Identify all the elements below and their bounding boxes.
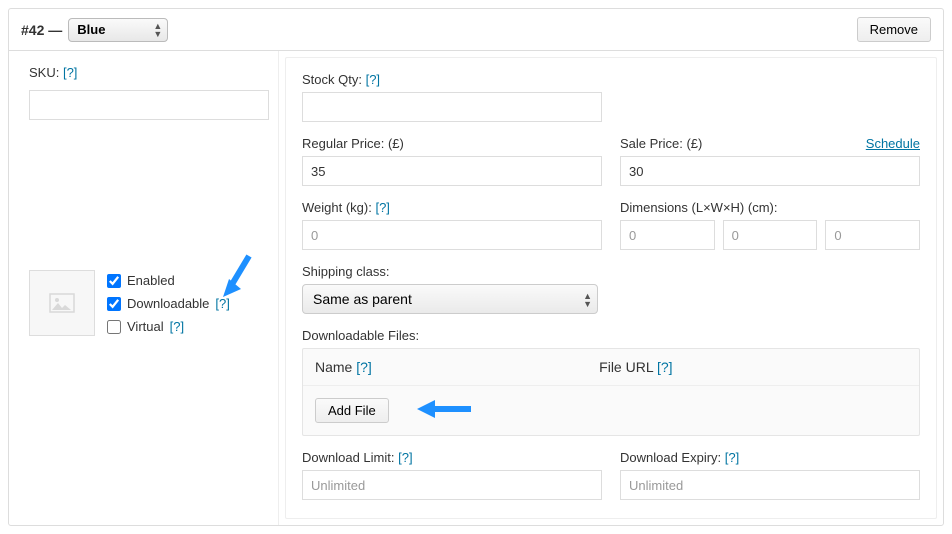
weight-input[interactable] <box>302 220 602 250</box>
stock-qty-input[interactable] <box>302 92 602 122</box>
variation-image-placeholder[interactable] <box>29 270 95 336</box>
attribute-select-wrap: Blue ▲▼ <box>68 18 168 42</box>
dimensions-label: Dimensions (L×W×H) (cm): <box>620 200 920 215</box>
download-expiry-help-icon[interactable]: [?] <box>725 450 739 465</box>
remove-button[interactable]: Remove <box>857 17 931 42</box>
attribute-select[interactable]: Blue <box>68 18 168 42</box>
downloadable-label: Downloadable <box>127 296 209 311</box>
sku-label: SKU: <box>29 65 59 80</box>
download-limit-input[interactable] <box>302 470 602 500</box>
regular-price-input[interactable] <box>302 156 602 186</box>
download-limit-help-icon[interactable]: [?] <box>398 450 412 465</box>
download-limit-label: Download Limit: <box>302 450 395 465</box>
annotation-arrow-icon <box>413 396 473 425</box>
virtual-checkbox-row[interactable]: Virtual [?] <box>107 319 230 334</box>
enabled-label: Enabled <box>127 273 175 288</box>
width-input[interactable] <box>723 220 818 250</box>
sale-price-label: Sale Price: (£) <box>620 136 702 151</box>
enabled-checkbox-row[interactable]: Enabled <box>107 273 230 288</box>
variation-panel: #42 — Blue ▲▼ Remove SKU: [?] <box>8 8 944 526</box>
downloadable-help-icon[interactable]: [?] <box>215 296 229 311</box>
dl-url-header: File URL <box>599 359 653 375</box>
virtual-checkbox[interactable] <box>107 320 121 334</box>
weight-label: Weight (kg): <box>302 200 372 215</box>
downloadable-checkbox-row[interactable]: Downloadable [?] <box>107 296 230 311</box>
add-file-button[interactable]: Add File <box>315 398 389 423</box>
downloadable-checkbox[interactable] <box>107 297 121 311</box>
regular-price-label: Regular Price: (£) <box>302 136 602 151</box>
downloadable-files-label: Downloadable Files: <box>302 328 920 343</box>
variation-header: #42 — Blue ▲▼ Remove <box>9 9 943 51</box>
sale-price-input[interactable] <box>620 156 920 186</box>
left-column: SKU: [?] Enabled Downloadable [?] <box>9 51 279 525</box>
virtual-help-icon[interactable]: [?] <box>170 319 184 334</box>
virtual-label: Virtual <box>127 319 164 334</box>
enabled-checkbox[interactable] <box>107 274 121 288</box>
shipping-class-select[interactable]: Same as parent <box>302 284 598 314</box>
download-expiry-input[interactable] <box>620 470 920 500</box>
right-column: Stock Qty: [?] Regular Price: (£) Sale P… <box>285 57 937 519</box>
downloadable-files-table: Name [?] File URL [?] Add File <box>302 348 920 436</box>
dl-name-header: Name <box>315 359 352 375</box>
stock-label: Stock Qty: <box>302 72 362 87</box>
stock-help-icon[interactable]: [?] <box>366 72 380 87</box>
shipping-class-label: Shipping class: <box>302 264 920 279</box>
weight-help-icon[interactable]: [?] <box>375 200 389 215</box>
schedule-link[interactable]: Schedule <box>866 136 920 151</box>
sku-input[interactable] <box>29 90 269 120</box>
dl-name-help-icon[interactable]: [?] <box>356 359 372 375</box>
height-input[interactable] <box>825 220 920 250</box>
length-input[interactable] <box>620 220 715 250</box>
dl-url-help-icon[interactable]: [?] <box>657 359 673 375</box>
sku-help-icon[interactable]: [?] <box>63 65 77 80</box>
download-expiry-label: Download Expiry: <box>620 450 721 465</box>
variation-id: #42 — <box>21 22 62 38</box>
